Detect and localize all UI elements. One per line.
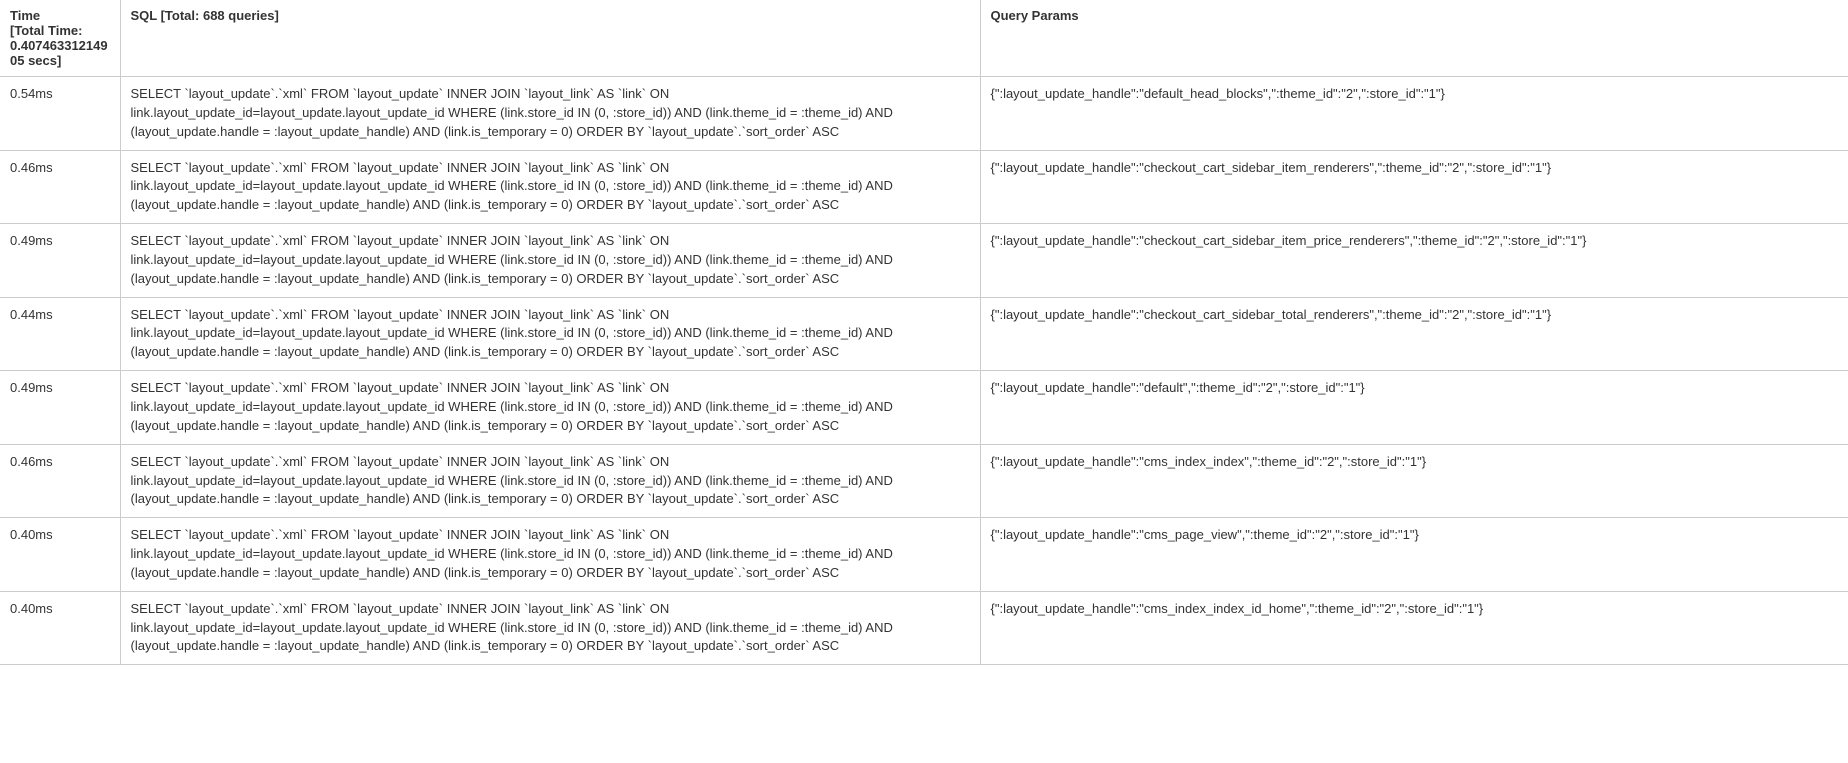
header-time: Time [Total Time: 0.40746331214905 secs] xyxy=(0,0,120,77)
cell-sql: SELECT `layout_update`.`xml` FROM `layou… xyxy=(120,150,980,224)
table-row: 0.46msSELECT `layout_update`.`xml` FROM … xyxy=(0,444,1848,518)
cell-params: {":layout_update_handle":"checkout_cart_… xyxy=(980,150,1848,224)
header-time-sub: [Total Time: 0.40746331214905 secs] xyxy=(10,23,108,68)
cell-time: 0.49ms xyxy=(0,371,120,445)
cell-sql: SELECT `layout_update`.`xml` FROM `layou… xyxy=(120,518,980,592)
table-row: 0.40msSELECT `layout_update`.`xml` FROM … xyxy=(0,518,1848,592)
cell-params: {":layout_update_handle":"default_head_b… xyxy=(980,77,1848,151)
header-time-label: Time xyxy=(10,8,40,23)
header-sql-label: SQL [Total: 688 queries] xyxy=(131,8,279,23)
cell-time: 0.40ms xyxy=(0,591,120,665)
table-row: 0.44msSELECT `layout_update`.`xml` FROM … xyxy=(0,297,1848,371)
query-log-table: Time [Total Time: 0.40746331214905 secs]… xyxy=(0,0,1848,665)
cell-params: {":layout_update_handle":"checkout_cart_… xyxy=(980,297,1848,371)
table-header-row: Time [Total Time: 0.40746331214905 secs]… xyxy=(0,0,1848,77)
table-row: 0.54msSELECT `layout_update`.`xml` FROM … xyxy=(0,77,1848,151)
cell-params: {":layout_update_handle":"cms_index_inde… xyxy=(980,591,1848,665)
cell-sql: SELECT `layout_update`.`xml` FROM `layou… xyxy=(120,371,980,445)
table-row: 0.46msSELECT `layout_update`.`xml` FROM … xyxy=(0,150,1848,224)
cell-time: 0.46ms xyxy=(0,444,120,518)
cell-params: {":layout_update_handle":"checkout_cart_… xyxy=(980,224,1848,298)
cell-sql: SELECT `layout_update`.`xml` FROM `layou… xyxy=(120,224,980,298)
cell-time: 0.54ms xyxy=(0,77,120,151)
cell-params: {":layout_update_handle":"default",":the… xyxy=(980,371,1848,445)
table-row: 0.49msSELECT `layout_update`.`xml` FROM … xyxy=(0,224,1848,298)
cell-time: 0.49ms xyxy=(0,224,120,298)
cell-sql: SELECT `layout_update`.`xml` FROM `layou… xyxy=(120,297,980,371)
table-row: 0.49msSELECT `layout_update`.`xml` FROM … xyxy=(0,371,1848,445)
cell-time: 0.40ms xyxy=(0,518,120,592)
header-sql: SQL [Total: 688 queries] xyxy=(120,0,980,77)
cell-sql: SELECT `layout_update`.`xml` FROM `layou… xyxy=(120,444,980,518)
cell-sql: SELECT `layout_update`.`xml` FROM `layou… xyxy=(120,591,980,665)
header-params-label: Query Params xyxy=(991,8,1079,23)
cell-params: {":layout_update_handle":"cms_page_view"… xyxy=(980,518,1848,592)
header-params: Query Params xyxy=(980,0,1848,77)
table-row: 0.40msSELECT `layout_update`.`xml` FROM … xyxy=(0,591,1848,665)
cell-params: {":layout_update_handle":"cms_index_inde… xyxy=(980,444,1848,518)
cell-sql: SELECT `layout_update`.`xml` FROM `layou… xyxy=(120,77,980,151)
cell-time: 0.46ms xyxy=(0,150,120,224)
cell-time: 0.44ms xyxy=(0,297,120,371)
